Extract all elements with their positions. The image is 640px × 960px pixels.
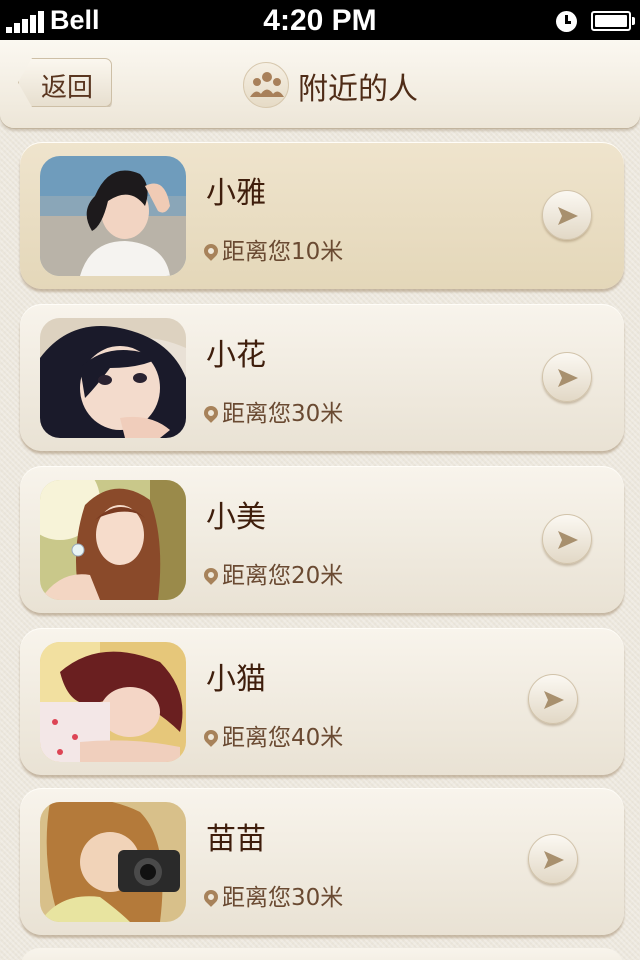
navigation-bar: 返回 附近的人: [0, 40, 640, 128]
person-name: 小花: [206, 338, 266, 373]
avatar: [40, 642, 186, 762]
navigate-arrow-button[interactable]: [542, 190, 592, 240]
arrow-right-icon: [558, 531, 578, 549]
distance-text: 距离您30米: [222, 401, 344, 427]
arrow-right-icon: [544, 851, 564, 869]
location-pin-icon: [201, 241, 221, 261]
navigate-arrow-button[interactable]: [528, 834, 578, 884]
navigate-arrow-button[interactable]: [542, 352, 592, 402]
navigate-arrow-button[interactable]: [528, 674, 578, 724]
location-pin-icon: [201, 727, 221, 747]
battery-icon: [591, 11, 635, 31]
person-name: 小美: [206, 500, 266, 535]
list-item-partial[interactable]: [20, 948, 624, 960]
list-item[interactable]: 苗苗 距离您30米: [20, 788, 624, 935]
person-name: 小雅: [206, 176, 266, 211]
arrow-right-icon: [558, 369, 578, 387]
person-name: 苗苗: [206, 822, 266, 857]
back-button[interactable]: 返回: [18, 58, 112, 107]
distance-label: 距离您40米: [201, 718, 344, 752]
arrow-right-icon: [544, 691, 564, 709]
navigate-arrow-button[interactable]: [542, 514, 592, 564]
list-item[interactable]: 小花 距离您30米: [20, 304, 624, 451]
back-button-label: 返回: [41, 73, 94, 103]
avatar: [40, 156, 186, 276]
distance-text: 距离您10米: [222, 239, 344, 265]
list-item[interactable]: 小美 距离您20米: [20, 466, 624, 613]
avatar: [40, 480, 186, 600]
distance-text: 距离您20米: [222, 563, 344, 589]
location-pin-icon: [201, 565, 221, 585]
status-time: 4:20 PM: [263, 4, 377, 37]
avatar: [40, 318, 186, 438]
list-item[interactable]: 小猫 距离您40米: [20, 628, 624, 775]
list-item[interactable]: 小雅 距离您10米: [20, 142, 624, 289]
distance-label: 距离您30米: [201, 878, 344, 912]
distance-label: 距离您30米: [201, 394, 344, 428]
page-title: 附近的人: [298, 72, 418, 107]
location-pin-icon: [201, 403, 221, 423]
person-name: 小猫: [206, 662, 266, 697]
arrow-right-icon: [558, 207, 578, 225]
distance-text: 距离您40米: [222, 725, 344, 751]
avatar: [40, 802, 186, 922]
people-icon: [243, 62, 289, 108]
status-bar: Bell 4:20 PM: [0, 0, 640, 40]
distance-text: 距离您30米: [222, 885, 344, 911]
distance-label: 距离您20米: [201, 556, 344, 590]
alarm-clock-icon: [556, 11, 577, 32]
distance-label: 距离您10米: [201, 232, 344, 266]
location-pin-icon: [201, 887, 221, 907]
